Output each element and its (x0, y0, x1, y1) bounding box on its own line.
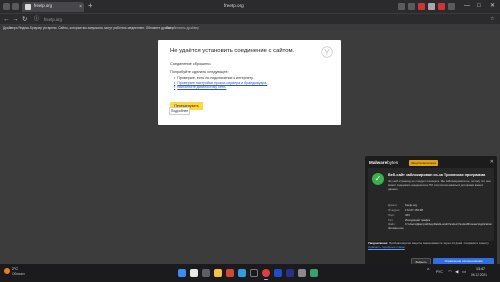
tray-overflow-icon[interactable]: ^ (427, 268, 429, 274)
weather-description[interactable]: Облачно (12, 272, 25, 276)
block-details-panel: ✓ Веб-сайт заблокирован из-за Троянская … (368, 168, 494, 241)
app-icon-6[interactable] (310, 269, 318, 277)
tab-freetp[interactable]: freetp.org × (22, 2, 84, 12)
extension-icon-3[interactable] (418, 3, 425, 10)
field-file: Файл: C:\Users\Дмитрий\AppData\Local\Yand… (388, 222, 492, 230)
language-indicator[interactable]: РУС (436, 270, 443, 274)
extension-icon-5[interactable] (438, 3, 445, 10)
weather-icon[interactable] (4, 268, 10, 274)
yandex-logo-icon (321, 46, 333, 58)
browser-menu-icon[interactable] (3, 3, 10, 10)
app-icon-2[interactable] (238, 269, 246, 277)
try-heading: Попробуйте сделать следующее: (170, 70, 229, 74)
app-icon-1[interactable] (226, 269, 234, 277)
reload-icon[interactable]: ↻ (22, 15, 27, 24)
site-info-icon[interactable]: ⓘ (34, 15, 39, 24)
tabs-overview-icon[interactable] (12, 3, 19, 10)
minimize-icon[interactable]: — (464, 1, 470, 11)
malwarebytes-app-icon[interactable] (286, 269, 294, 277)
list-item: Проверьте, есть ли подключение к интерне… (174, 76, 267, 81)
driver-warning-bar: Драйвера Яндекс.Браузер устарели. Сайты,… (0, 24, 500, 31)
tab-close-icon[interactable]: × (79, 3, 82, 11)
browser-titlebar: freetp.org × + freetp.org — □ ✕ (0, 0, 500, 13)
tab-title: freetp.org (34, 3, 52, 8)
back-icon[interactable]: ← (3, 15, 10, 24)
window-title: freetp.org (224, 3, 244, 8)
site-favicon-icon (25, 4, 31, 10)
field-domain: Домен: freetp.org (388, 203, 417, 207)
wifi-icon[interactable]: ◠ (448, 269, 452, 275)
block-description: Эту веб-страницу не следует посещать. Мы… (388, 179, 491, 191)
popup-close-icon[interactable]: ✕ (490, 159, 494, 165)
close-window-icon[interactable]: ✕ (490, 1, 495, 11)
malwarebytes-popup: Malwarebytes Защита включена ✕ ✓ Веб-сай… (365, 156, 497, 270)
compare-plans-link[interactable]: Сравнить тарифные планы (368, 245, 405, 249)
app-icon-3[interactable] (250, 269, 258, 277)
block-heading: Веб-сайт заблокирован из-за Троянская пр… (388, 173, 486, 177)
field-port: Порт: 443 (388, 213, 410, 217)
battery-icon[interactable]: ▭ (462, 269, 466, 275)
address-bar: ← → ↻ ⓘ freetp.org ☆ (0, 13, 500, 24)
error-subtitle: Соединение сброшено. (170, 62, 212, 66)
url-input[interactable]: freetp.org (44, 17, 62, 22)
protection-status-badge: Защита включена (409, 160, 438, 166)
weather-temperature[interactable]: 2°C (12, 267, 18, 271)
extension-icon-4[interactable] (428, 3, 435, 10)
suggestion-list: Проверьте, есть ли подключение к интерне… (174, 76, 267, 90)
clock-date[interactable]: 06.12.2021 (471, 273, 487, 277)
details-button[interactable]: Подробнее (169, 107, 190, 115)
app-icon-5[interactable] (298, 269, 306, 277)
driver-warning-link[interactable]: Как обновить драйвер (166, 26, 199, 30)
bookmark-icon[interactable]: ☆ (490, 15, 494, 24)
checkmark-icon: ✓ (372, 173, 384, 185)
task-view-icon[interactable] (202, 269, 210, 277)
new-tab-button[interactable]: + (88, 1, 93, 11)
downloads-icon[interactable] (448, 3, 455, 10)
sound-icon[interactable]: ◀ (455, 269, 458, 275)
trial-notice: Уведомление: Пробная версия защиты закан… (368, 241, 490, 249)
search-icon[interactable] (190, 269, 198, 277)
list-item-diagnostics-link[interactable]: Выполните диагностику сети. (174, 85, 267, 90)
file-explorer-icon[interactable] (214, 269, 222, 277)
start-icon[interactable] (178, 269, 186, 277)
malwarebytes-logo: Malwarebytes (369, 160, 399, 165)
extension-icon-2[interactable] (408, 3, 415, 10)
field-ip: IP-адрес: 172.67.150.98 (388, 208, 423, 212)
app-icon-4[interactable] (274, 269, 282, 277)
forward-icon[interactable]: → (12, 15, 19, 24)
active-app-indicator (264, 279, 268, 280)
error-title: Не удаётся установить соединение с сайто… (170, 48, 295, 54)
taskbar: 2°C Облачно ^ РУС ◠ ◀ ▭ 13:47 06.12.2021 (0, 264, 500, 282)
extension-icon-1[interactable] (398, 3, 405, 10)
maximize-icon[interactable]: □ (477, 1, 481, 11)
yandex-browser-icon[interactable] (262, 269, 270, 277)
driver-warning-text: Драйвера Яндекс.Браузер устарели. Сайты,… (3, 25, 175, 30)
clock-time[interactable]: 13:47 (476, 267, 485, 271)
